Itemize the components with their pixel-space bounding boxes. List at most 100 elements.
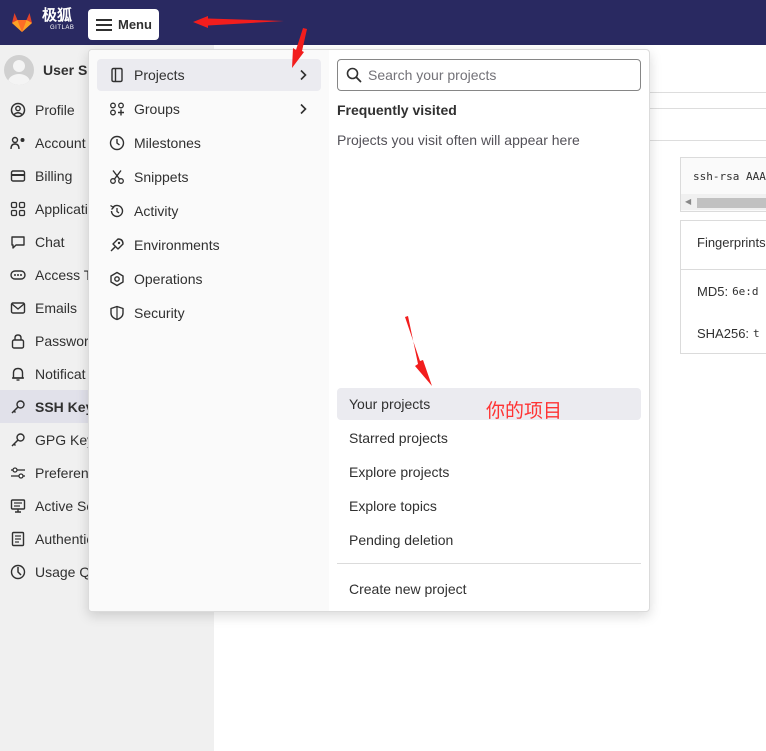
menu-nav-item[interactable]: Operations xyxy=(97,263,321,295)
project-link-label: Starred projects xyxy=(349,430,448,446)
menu-nav-label: Snippets xyxy=(134,169,189,185)
menu-nav-item[interactable]: Projects xyxy=(97,59,321,91)
frequently-visited-title: Frequently visited xyxy=(337,102,457,118)
brand[interactable]: 极狐 GITLAB xyxy=(42,8,74,32)
sha256-row: SHA256: t xyxy=(681,312,766,355)
menu-nav-item[interactable]: Security xyxy=(97,297,321,329)
project-link-label: Explore projects xyxy=(349,464,450,480)
sidebar-item-label: Billing xyxy=(35,167,73,184)
search-input[interactable] xyxy=(368,67,638,83)
clock-icon xyxy=(109,135,125,151)
menu-nav-label: Environments xyxy=(134,237,220,253)
fingerprints-title-text: Fingerprints xyxy=(697,235,766,250)
account-icon xyxy=(10,136,25,149)
sidebar-item-label: Authentic xyxy=(35,530,94,547)
frequently-visited-empty: Projects you visit often will appear her… xyxy=(337,132,580,148)
sidebar-item-label: Notificat xyxy=(35,365,86,382)
sidebar-item-label: Preferen xyxy=(35,464,89,481)
email-icon xyxy=(10,301,26,314)
brand-sub: GITLAB xyxy=(50,25,75,31)
project-link[interactable]: Pending deletion xyxy=(337,524,641,556)
horizontal-scrollbar[interactable]: ◀ xyxy=(681,194,766,210)
fingerprints-title: Fingerprints xyxy=(681,221,766,264)
menu-nav-label: Security xyxy=(134,305,185,321)
preferences-icon xyxy=(11,466,25,479)
sidebar-item-label: Active Se xyxy=(35,497,95,514)
top-bar: 极狐 GITLAB Menu xyxy=(0,0,766,45)
sidebar-item-label: Account xyxy=(35,134,86,151)
lock-icon xyxy=(11,333,25,349)
menu-nav-item[interactable]: Snippets xyxy=(97,161,321,193)
sidebar-item-label: Usage Q xyxy=(35,563,91,580)
menu-nav-label: Activity xyxy=(134,203,179,219)
sha256-label: SHA256: xyxy=(697,326,750,341)
menu-nav-label: Groups xyxy=(134,101,180,117)
md5-value: 6e:d xyxy=(732,285,759,298)
project-link-label: Your projects xyxy=(349,396,431,412)
ssh-key-box: ssh-rsa AAA ◀ xyxy=(680,157,766,212)
menu-nav-item[interactable]: Activity xyxy=(97,195,321,227)
fingerprints-box: Fingerprints MD5: 6e:d SHA256: t xyxy=(680,220,766,354)
md5-row: MD5: 6e:d xyxy=(681,270,766,313)
sidebar-item-label: Applicati xyxy=(35,200,88,217)
scroll-left-icon[interactable]: ◀ xyxy=(685,197,691,206)
menu-nav-label: Milestones xyxy=(134,135,201,151)
search-icon xyxy=(346,67,362,83)
gitlab-logo-icon[interactable] xyxy=(10,10,34,34)
menu-nav-item[interactable]: Groups xyxy=(97,93,321,125)
project-link[interactable]: Starred projects xyxy=(337,422,641,454)
divider xyxy=(337,563,641,564)
project-icon xyxy=(111,67,123,83)
rocket-icon xyxy=(110,238,124,252)
chat-icon xyxy=(11,235,25,249)
annotation-text: 你的项目 xyxy=(486,400,563,422)
divider xyxy=(650,92,766,93)
profile-icon xyxy=(10,102,26,117)
user-row[interactable]: User Se xyxy=(4,55,95,85)
project-link-label: Pending deletion xyxy=(349,532,454,548)
project-search[interactable] xyxy=(337,59,641,91)
create-new-project-link[interactable]: Create new project xyxy=(337,573,641,605)
create-new-project-label: Create new project xyxy=(349,581,467,597)
avatar xyxy=(4,55,34,85)
project-link[interactable]: Explore projects xyxy=(337,456,641,488)
divider xyxy=(650,108,766,109)
sidebar-item-label: Chat xyxy=(35,233,65,250)
sidebar-item-label: Emails xyxy=(35,299,78,316)
menu-nav-column: Projects Groups Milestones Snippets Activity… xyxy=(89,50,329,611)
cloud-gear-icon xyxy=(110,271,124,287)
chevron-right-icon xyxy=(300,103,307,115)
menu-nav-label: Operations xyxy=(134,271,203,287)
scrollbar-thumb[interactable] xyxy=(697,198,766,208)
main-menu-dropdown: Projects Groups Milestones Snippets Activity… xyxy=(88,49,650,612)
sidebar-item-label: Passwor xyxy=(35,332,89,349)
brand-name: 极狐 xyxy=(42,7,73,24)
menu-button[interactable]: Menu xyxy=(88,9,159,40)
menu-nav-item[interactable]: Environments xyxy=(97,229,321,261)
shield-icon xyxy=(110,305,124,321)
hamburger-icon xyxy=(96,18,112,31)
quota-icon xyxy=(10,564,26,579)
key-icon xyxy=(11,432,25,447)
project-link[interactable]: Explore topics xyxy=(337,490,641,522)
applications-icon xyxy=(10,201,26,216)
billing-icon xyxy=(10,169,26,182)
monitor-icon xyxy=(10,498,26,513)
project-link-label: Explore topics xyxy=(349,498,437,514)
menu-button-label: Menu xyxy=(118,17,152,32)
history-icon xyxy=(110,204,124,218)
key-icon xyxy=(11,399,25,414)
ssh-key-text: ssh-rsa AAA xyxy=(693,170,766,183)
menu-nav-label: Projects xyxy=(134,67,185,83)
md5-label: MD5: xyxy=(697,284,729,299)
chevron-right-icon xyxy=(300,69,307,81)
access-token-icon xyxy=(10,269,26,280)
sha256-value: t xyxy=(753,327,760,340)
log-icon xyxy=(11,531,25,546)
divider xyxy=(650,140,766,141)
bell-icon xyxy=(12,367,24,381)
menu-nav-item[interactable]: Milestones xyxy=(97,127,321,159)
sidebar-item-label: GPG Key xyxy=(35,431,95,448)
group-icon xyxy=(110,102,124,116)
sidebar-item-label: Profile xyxy=(35,101,75,118)
